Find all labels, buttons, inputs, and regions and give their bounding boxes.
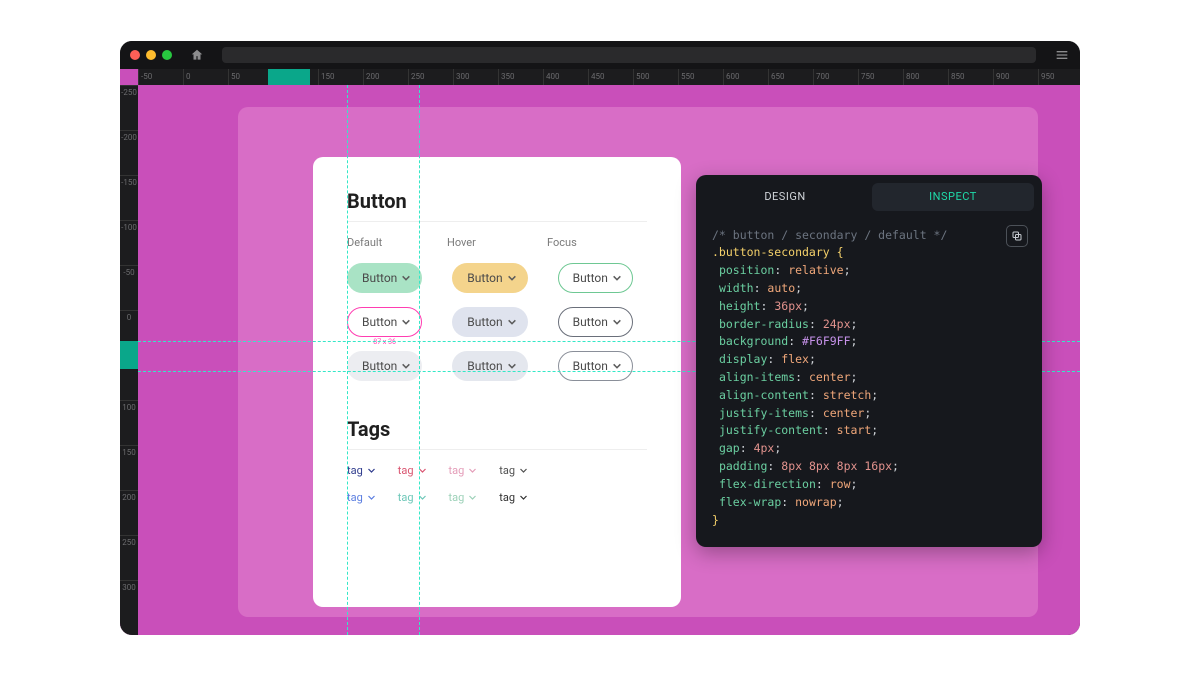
ruler-tick: 450 <box>588 69 633 85</box>
ruler-tick: 350 <box>498 69 543 85</box>
code-rule: flex-direction: row; <box>712 476 1026 494</box>
ruler-v-selection-marker <box>120 341 138 369</box>
app-window: -500501001502002503003504004505005506006… <box>120 41 1080 635</box>
ruler-tick: 300 <box>453 69 498 85</box>
workspace: -500501001502002503003504004505005506006… <box>120 69 1080 635</box>
ruler-tick: 200 <box>363 69 408 85</box>
code-comment: /* button / secondary / default */ <box>712 227 1026 245</box>
window-minimize-icon[interactable] <box>146 50 156 60</box>
section-heading-tags: Tags <box>347 417 647 450</box>
ruler-tick: -200 <box>120 130 138 175</box>
code-rule: position: relative; <box>712 262 1026 280</box>
tag-chip[interactable]: tag <box>499 491 528 504</box>
button-tertiary-focus[interactable]: Button <box>558 351 633 381</box>
selection-dimensions: 87 x 36 <box>373 338 396 346</box>
ruler-h-selection-marker <box>268 69 310 85</box>
ruler-tick: 100 <box>120 400 138 445</box>
button-primary-focus[interactable]: Button <box>558 263 633 293</box>
inspect-panel: DESIGN INSPECT /* button / secondary / d… <box>696 175 1042 548</box>
button-secondary-default-selected[interactable]: Button 87 x 36 <box>347 307 422 337</box>
ruler-tick: 250 <box>120 535 138 580</box>
ruler-tick: 600 <box>723 69 768 85</box>
code-rule: justify-items: center; <box>712 405 1026 423</box>
code-rule: border-radius: 24px; <box>712 316 1026 334</box>
ruler-tick: 950 <box>1038 69 1080 85</box>
code-selector: .button-secondary { <box>712 244 1026 262</box>
ruler-tick: -50 <box>138 69 183 85</box>
column-headers: Default Hover Focus <box>347 236 647 249</box>
ruler-tick: 850 <box>948 69 993 85</box>
col-default: Default <box>347 236 447 249</box>
tag-chip[interactable]: tag <box>449 491 478 504</box>
button-tertiary-default[interactable]: Button <box>347 351 422 381</box>
ruler-tick: -150 <box>120 175 138 220</box>
ruler-tick: 200 <box>120 490 138 535</box>
panel-tabs: DESIGN INSPECT <box>696 175 1042 219</box>
tag-chip[interactable]: tag <box>398 491 427 504</box>
ruler-tick: -50 <box>120 265 138 310</box>
ruler-tick: 500 <box>633 69 678 85</box>
ruler-tick: 400 <box>543 69 588 85</box>
code-block: /* button / secondary / default */ .butt… <box>696 219 1042 548</box>
col-focus: Focus <box>547 236 647 249</box>
tag-chip[interactable]: tag <box>499 464 528 477</box>
tab-inspect[interactable]: INSPECT <box>872 183 1034 211</box>
code-rule: flex-wrap: nowrap; <box>712 494 1026 512</box>
traffic-lights <box>130 50 172 60</box>
canvas[interactable]: Button Default Hover Focus Button Button… <box>138 85 1080 635</box>
home-icon[interactable] <box>190 48 204 62</box>
tag-chip[interactable]: tag <box>398 464 427 477</box>
ruler-tick: 750 <box>858 69 903 85</box>
ruler-tick: 900 <box>993 69 1038 85</box>
tag-chip[interactable]: tag <box>347 464 376 477</box>
button-primary-hover[interactable]: Button <box>452 263 527 293</box>
code-rule: padding: 8px 8px 8px 16px; <box>712 458 1026 476</box>
tag-chip[interactable]: tag <box>449 464 478 477</box>
ruler-tick: 800 <box>903 69 948 85</box>
ruler-tick: 0 <box>183 69 228 85</box>
ruler-tick: -250 <box>120 85 138 130</box>
code-rule: width: auto; <box>712 280 1026 298</box>
window-maximize-icon[interactable] <box>162 50 172 60</box>
ruler-tick: 300 <box>120 580 138 625</box>
ruler-tick: 150 <box>120 445 138 490</box>
address-bar[interactable] <box>222 47 1036 63</box>
code-rule: align-content: stretch; <box>712 387 1026 405</box>
code-rule: gap: 4px; <box>712 440 1026 458</box>
code-rule: align-items: center; <box>712 369 1026 387</box>
code-rule: justify-content: start; <box>712 422 1026 440</box>
section-heading-button: Button <box>347 189 647 222</box>
ruler-tick: 50 <box>228 69 273 85</box>
code-rule: height: 36px; <box>712 298 1026 316</box>
ruler-tick: 150 <box>318 69 363 85</box>
design-card[interactable]: Button Default Hover Focus Button Button… <box>313 157 681 607</box>
copy-button[interactable] <box>1006 225 1028 247</box>
button-tertiary-hover[interactable]: Button <box>452 351 527 381</box>
col-hover: Hover <box>447 236 547 249</box>
button-primary-default[interactable]: Button <box>347 263 422 293</box>
ruler-tick: 550 <box>678 69 723 85</box>
button-secondary-hover[interactable]: Button <box>452 307 527 337</box>
ruler-tick: 250 <box>408 69 453 85</box>
tab-design[interactable]: DESIGN <box>704 183 866 211</box>
ruler-tick: 700 <box>813 69 858 85</box>
code-close-brace: } <box>712 512 1026 530</box>
tag-chip[interactable]: tag <box>347 491 376 504</box>
titlebar <box>120 41 1080 69</box>
code-rule: display: flex; <box>712 351 1026 369</box>
window-close-icon[interactable] <box>130 50 140 60</box>
ruler-tick: -100 <box>120 220 138 265</box>
menu-icon[interactable] <box>1054 47 1070 63</box>
button-secondary-focus[interactable]: Button <box>558 307 633 337</box>
ruler-tick: 650 <box>768 69 813 85</box>
code-rule: background: #F6F9FF; <box>712 333 1026 351</box>
